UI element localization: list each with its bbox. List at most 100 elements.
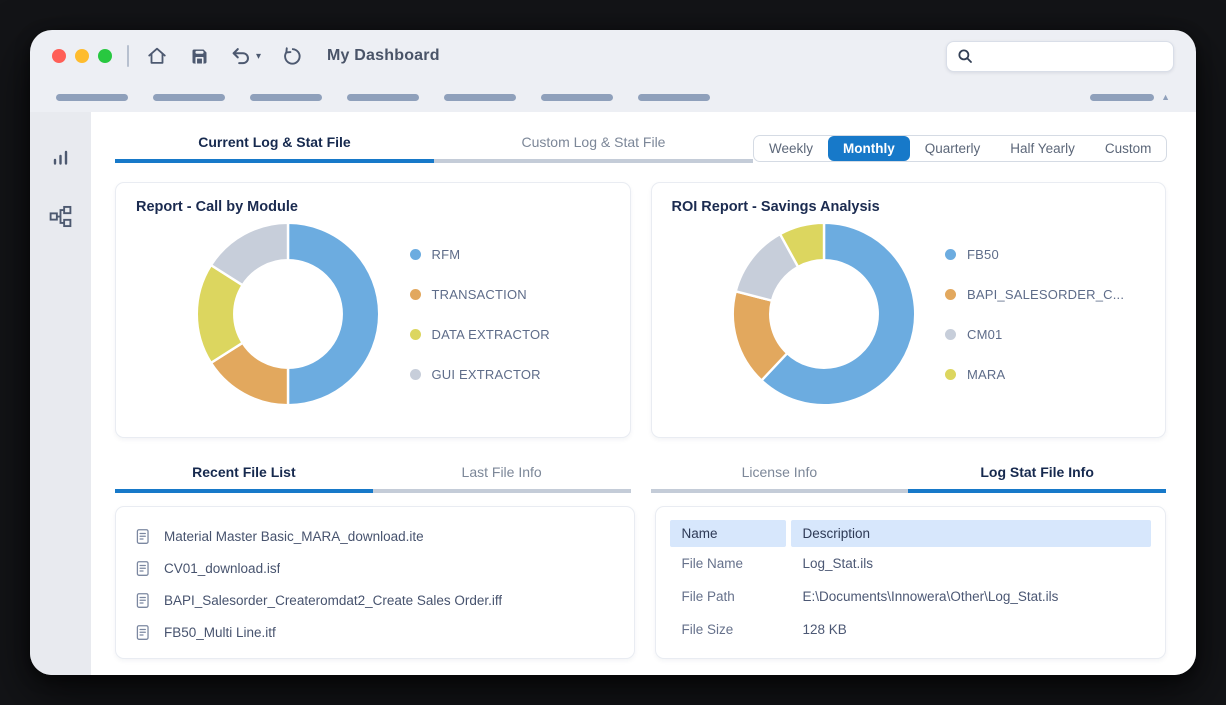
column-header-description: Description: [791, 520, 1152, 547]
sidebar-item-dashboard[interactable]: [45, 142, 77, 174]
legend-item-bapi-salesorder-c: BAPI_SALESORDER_C...: [945, 287, 1133, 302]
row-description: E:\Documents\Innowera\Other\Log_Stat.ils: [791, 589, 1152, 604]
document-icon: [134, 623, 151, 642]
top-row: Current Log & Stat FileCustom Log & Stat…: [115, 134, 1166, 163]
menubar-left: [56, 94, 735, 101]
row-name: File Name: [670, 556, 786, 571]
sidebar-item-processes[interactable]: [45, 200, 77, 232]
document-icon: [134, 559, 151, 578]
file-name: BAPI_Salesorder_Createromdat2_Create Sal…: [164, 593, 502, 608]
undo-button[interactable]: [229, 44, 253, 68]
legend-label: GUI EXTRACTOR: [432, 367, 541, 382]
hierarchy-icon: [48, 204, 73, 229]
titlebar-divider: [127, 45, 129, 67]
refresh-icon: [281, 46, 302, 67]
titlebar: ▾ My Dashboard: [30, 30, 1196, 82]
file-name: CV01_download.isf: [164, 561, 280, 576]
menu-item-placeholder[interactable]: [153, 94, 225, 101]
file-list-item[interactable]: FB50_Multi Line.itf: [134, 616, 616, 648]
legend-label: BAPI_SALESORDER_C...: [967, 287, 1124, 302]
card-title: Report - Call by Module: [136, 199, 610, 215]
chart-legend: RFMTRANSACTIONDATA EXTRACTORGUI EXTRACTO…: [410, 247, 598, 382]
menu-item-placeholder[interactable]: [444, 94, 516, 101]
menu-item-placeholder[interactable]: [638, 94, 710, 101]
legend-item-gui-extractor: GUI EXTRACTOR: [410, 367, 598, 382]
maximize-window-button[interactable]: [98, 49, 112, 63]
legend-dot: [410, 249, 421, 260]
window-body: Current Log & Stat FileCustom Log & Stat…: [30, 112, 1196, 675]
close-window-button[interactable]: [52, 49, 66, 63]
tab-log-stat-file-info[interactable]: Log Stat File Info: [908, 464, 1166, 493]
menubar: ▲: [30, 82, 1196, 112]
undo-dropdown-caret[interactable]: ▾: [254, 51, 263, 62]
log-stat-tabs: Current Log & Stat FileCustom Log & Stat…: [115, 134, 753, 163]
legend-dot: [945, 369, 956, 380]
time-filter-option-monthly[interactable]: Monthly: [828, 136, 910, 161]
table-body: File Name Log_Stat.ils File PathE:\Documen…: [670, 547, 1152, 646]
donut-slice-rfm[interactable]: [288, 223, 379, 405]
legend-item-fb50: FB50: [945, 247, 1133, 262]
file-name: Material Master Basic_MARA_download.ite: [164, 529, 424, 544]
refresh-button[interactable]: [279, 44, 303, 68]
tab-license-info[interactable]: License Info: [651, 464, 909, 493]
menu-item-placeholder[interactable]: [250, 94, 322, 101]
charts-row: Report - Call by Module RFMTRANSACTIONDA…: [115, 182, 1166, 438]
legend-label: FB50: [967, 247, 999, 262]
undo-icon: [230, 45, 252, 67]
legend-dot: [945, 329, 956, 340]
donut-chart[interactable]: [728, 218, 920, 410]
legend-item-mara: MARA: [945, 367, 1133, 382]
menu-item-placeholder[interactable]: [541, 94, 613, 101]
undo-group: ▾: [229, 44, 263, 68]
file-list-item[interactable]: BAPI_Salesorder_Createromdat2_Create Sal…: [134, 584, 616, 616]
minimize-window-button[interactable]: [75, 49, 89, 63]
time-filter-option-custom[interactable]: Custom: [1090, 136, 1167, 161]
tab-last-file-info[interactable]: Last File Info: [373, 464, 631, 493]
save-button[interactable]: [187, 44, 211, 68]
table-row: File Size128 KB: [670, 613, 1152, 646]
recent-file-list-card: Material Master Basic_MARA_download.ite …: [115, 506, 635, 659]
chart-legend: FB50 BAPI_SALESORDER_C... CM01 MARA: [945, 247, 1133, 382]
app-window: ▾ My Dashboard ▲: [30, 30, 1196, 675]
main-content: Current Log & Stat FileCustom Log & Stat…: [91, 112, 1196, 675]
legend-dot: [945, 249, 956, 260]
menu-item-placeholder[interactable]: [347, 94, 419, 101]
file-list-item[interactable]: Material Master Basic_MARA_download.ite: [134, 520, 616, 552]
file-name: FB50_Multi Line.itf: [164, 625, 276, 640]
donut-chart[interactable]: [192, 218, 384, 410]
chart-body: FB50 BAPI_SALESORDER_C... CM01 MARA: [672, 215, 1146, 413]
tab-recent-file-list[interactable]: Recent File List: [115, 464, 373, 493]
bar-chart-icon: [49, 146, 73, 170]
legend-item-cm01: CM01: [945, 327, 1133, 342]
tab-current-log-stat-file[interactable]: Current Log & Stat File: [115, 134, 434, 163]
collapse-triangle-icon: ▲: [1161, 92, 1170, 102]
table-row: File PathE:\Documents\Innowera\Other\Log…: [670, 580, 1152, 613]
row-description: Log_Stat.ils: [791, 556, 1152, 571]
search-icon: [956, 47, 974, 65]
sidebar: [30, 112, 91, 675]
time-filter-option-half-yearly[interactable]: Half Yearly: [995, 136, 1090, 161]
menu-item-placeholder[interactable]: [1090, 94, 1154, 101]
chart-body: RFMTRANSACTIONDATA EXTRACTORGUI EXTRACTO…: [136, 215, 610, 413]
table-header: NameDescription: [670, 520, 1152, 547]
legend-label: MARA: [967, 367, 1005, 382]
file-list: Material Master Basic_MARA_download.ite …: [134, 520, 616, 648]
row-description: 128 KB: [791, 622, 1152, 637]
search-box: [946, 41, 1174, 72]
file-list-item[interactable]: CV01_download.isf: [134, 552, 616, 584]
menubar-right: ▲: [1090, 92, 1170, 102]
card-title: ROI Report - Savings Analysis: [672, 199, 1146, 215]
column-header-name: Name: [670, 520, 786, 547]
save-icon: [189, 46, 210, 67]
search-input[interactable]: [980, 48, 1164, 65]
time-filter-option-quarterly[interactable]: Quarterly: [910, 136, 996, 161]
bottom-tabs-row: Recent File ListLast File Info License I…: [115, 464, 1166, 493]
document-icon: [134, 591, 151, 610]
document-icon: [134, 527, 151, 546]
legend-dot: [410, 369, 421, 380]
tab-custom-log-stat-file[interactable]: Custom Log & Stat File: [434, 134, 753, 163]
menu-item-placeholder[interactable]: [56, 94, 128, 101]
time-filter-option-weekly[interactable]: Weekly: [754, 136, 828, 161]
home-button[interactable]: [145, 44, 169, 68]
legend-dot: [410, 289, 421, 300]
